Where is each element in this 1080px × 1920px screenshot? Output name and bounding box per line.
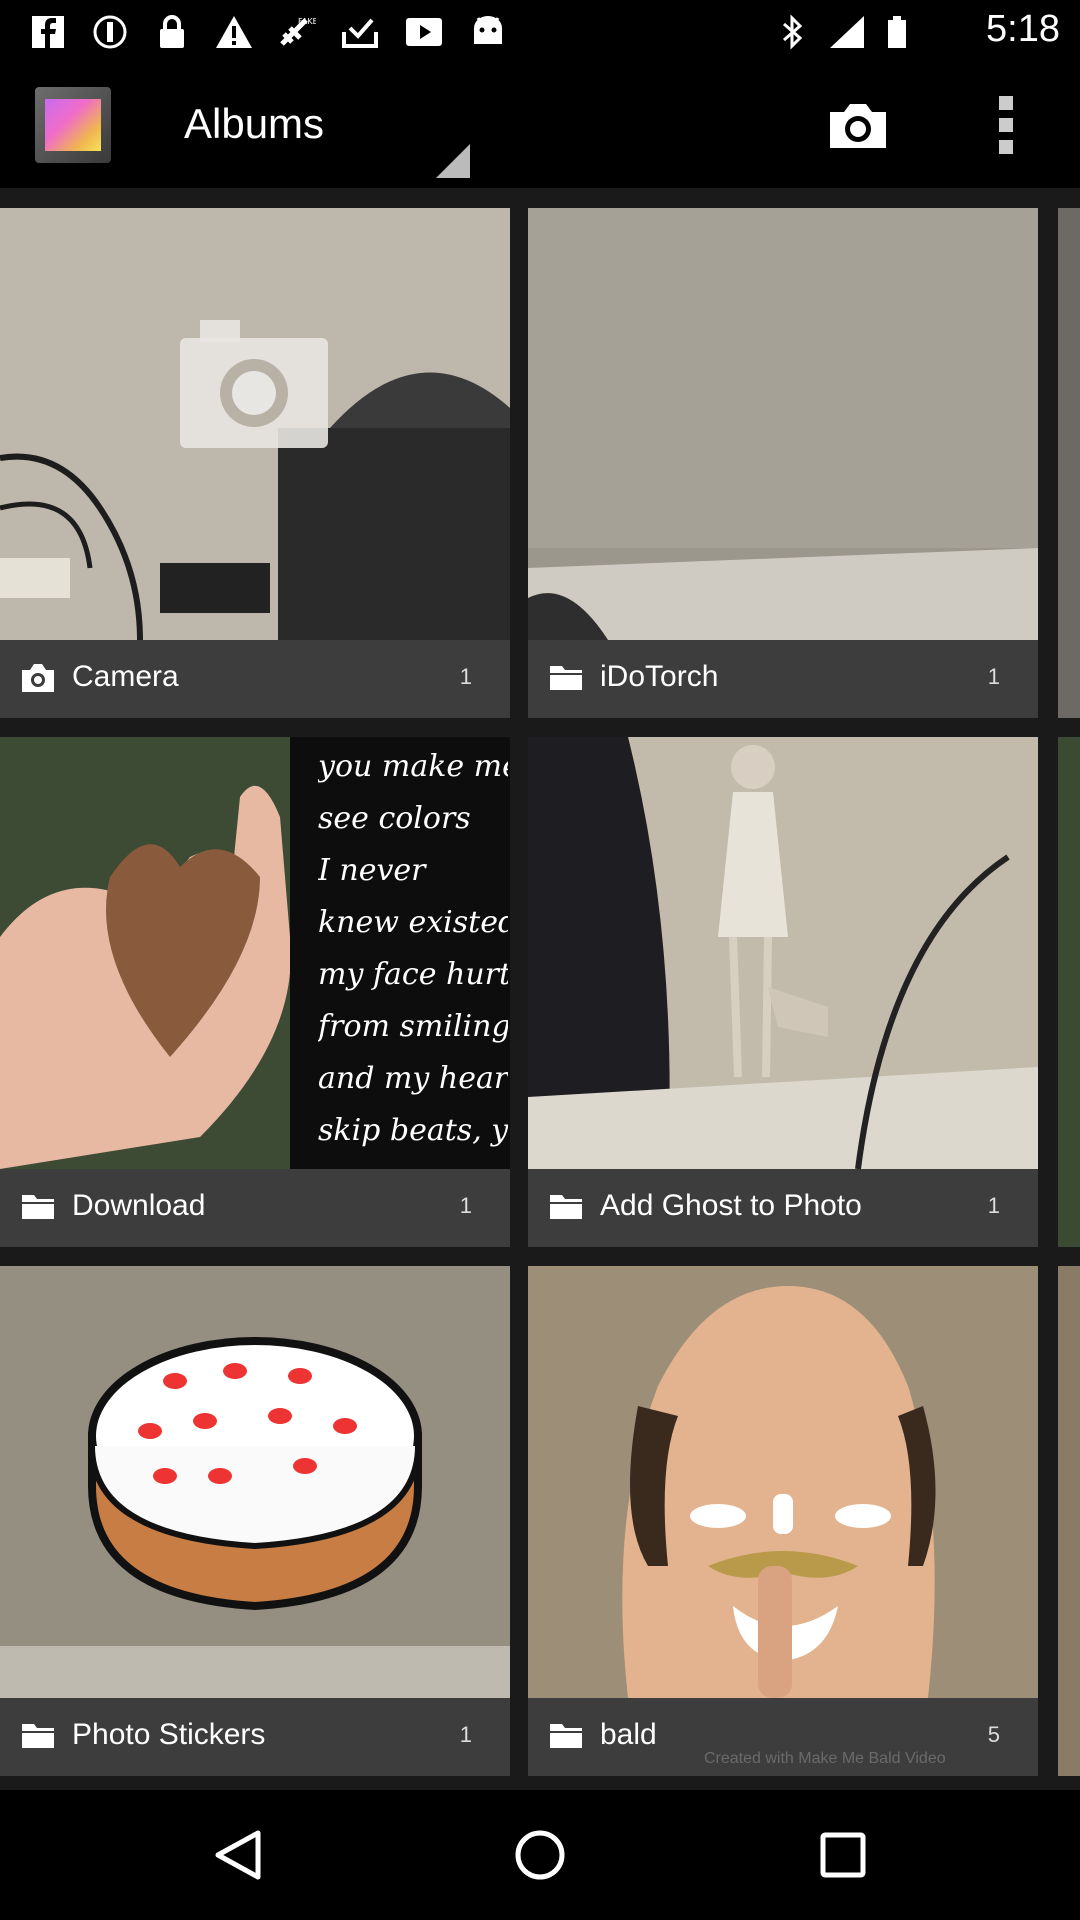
album-thumbnail bbox=[528, 1266, 1038, 1698]
quote-text: you make me see colors I never knew exis… bbox=[318, 741, 508, 1169]
download-done-icon bbox=[342, 18, 378, 48]
more-vertical-icon[interactable] bbox=[988, 94, 1024, 156]
spinner-arrow-icon[interactable] bbox=[436, 144, 470, 178]
fake-gps-icon: FAKE bbox=[280, 17, 316, 46]
album-count: 1 bbox=[459, 664, 472, 689]
album-thumbnail bbox=[528, 208, 1038, 640]
data-sync-icon bbox=[93, 15, 127, 49]
album-count: 1 bbox=[987, 1193, 1000, 1218]
home-icon[interactable] bbox=[510, 1825, 570, 1885]
camera-icon[interactable] bbox=[826, 100, 890, 152]
album-name: Add Ghost to Photo bbox=[600, 1189, 862, 1222]
album-name: Download bbox=[72, 1189, 206, 1222]
cellular-signal-icon bbox=[830, 16, 864, 48]
album-count: 5 bbox=[987, 1722, 1000, 1747]
album-thumbnail bbox=[528, 737, 1038, 1169]
album-tile-camera[interactable]: Camera 1 bbox=[0, 208, 510, 718]
album-caption: Photo Stickers 1 bbox=[0, 1698, 510, 1776]
album-grid: Camera 1 iDoTorch 1 you make me see colo… bbox=[0, 188, 1080, 1790]
album-name: Camera bbox=[72, 660, 179, 693]
album-count: 1 bbox=[459, 1722, 472, 1747]
lock-icon bbox=[160, 15, 184, 48]
warning-icon bbox=[216, 16, 252, 48]
clock: 5:18 bbox=[986, 8, 1060, 50]
quote-line: from smiling bbox=[318, 1009, 508, 1044]
quote-line: make me happy! bbox=[318, 1157, 508, 1169]
album-caption: iDoTorch 1 bbox=[528, 640, 1038, 718]
android-icon bbox=[474, 16, 502, 44]
folder-icon bbox=[550, 666, 582, 690]
quote-line: I never bbox=[318, 853, 426, 888]
album-tile-partial[interactable] bbox=[1058, 1266, 1080, 1776]
album-tile-download[interactable]: you make me see colors I never knew exis… bbox=[0, 737, 510, 1247]
album-tile-bald[interactable]: bald 5 Created with Make Me Bald Video bbox=[528, 1266, 1038, 1776]
quote-line: you make me bbox=[318, 749, 508, 784]
recents-icon[interactable] bbox=[813, 1825, 873, 1885]
quote-line: skip beats, you bbox=[318, 1113, 508, 1148]
camera-icon bbox=[22, 664, 54, 692]
folder-icon bbox=[22, 1195, 54, 1219]
gallery-app-icon[interactable] bbox=[35, 87, 111, 163]
navigation-bar bbox=[0, 1790, 1080, 1920]
album-name: bald bbox=[600, 1718, 657, 1751]
album-tile-photo-stickers[interactable]: Photo Stickers 1 bbox=[0, 1266, 510, 1776]
watermark-text: Created with Make Me Bald Video bbox=[704, 1750, 946, 1767]
svg-text:FAKE: FAKE bbox=[298, 17, 316, 26]
album-name: iDoTorch bbox=[600, 660, 719, 693]
bluetooth-icon bbox=[783, 14, 803, 50]
battery-icon bbox=[888, 16, 906, 48]
folder-icon bbox=[22, 1724, 54, 1748]
back-icon[interactable] bbox=[208, 1825, 268, 1885]
album-name: Photo Stickers bbox=[72, 1718, 266, 1751]
albums-spinner-title[interactable]: Albums bbox=[184, 100, 324, 148]
album-caption: Camera 1 bbox=[0, 640, 510, 718]
action-bar: Albums bbox=[0, 62, 1080, 188]
folder-icon bbox=[550, 1195, 582, 1219]
album-tile-partial[interactable] bbox=[1058, 737, 1080, 1247]
quote-line: and my heart bbox=[318, 1061, 508, 1096]
album-caption: Download 1 bbox=[0, 1169, 510, 1247]
album-count: 1 bbox=[459, 1193, 472, 1218]
quote-line: my face hurt bbox=[318, 957, 508, 992]
album-caption: Add Ghost to Photo 1 bbox=[528, 1169, 1038, 1247]
status-bar: FAKE 5:18 bbox=[0, 0, 1080, 62]
album-tile-add-ghost-to-photo[interactable]: Add Ghost to Photo 1 bbox=[528, 737, 1038, 1247]
quote-line: knew existed, bbox=[318, 905, 508, 940]
facebook-icon bbox=[32, 16, 64, 48]
album-tile-idotorch[interactable]: iDoTorch 1 bbox=[528, 208, 1038, 718]
album-tile-partial[interactable] bbox=[1058, 208, 1080, 718]
folder-icon bbox=[550, 1724, 582, 1748]
album-caption: bald 5 Created with Make Me Bald Video bbox=[528, 1698, 1038, 1776]
album-thumbnail bbox=[0, 1266, 510, 1698]
album-thumbnail bbox=[0, 208, 510, 640]
quote-line: see colors bbox=[318, 801, 471, 836]
album-count: 1 bbox=[987, 664, 1000, 689]
video-icon bbox=[406, 18, 442, 46]
